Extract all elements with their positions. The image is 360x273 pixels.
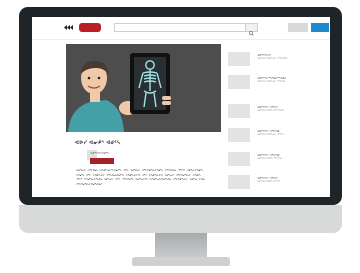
screen: ᐊᐅᓯ ᐊᓂᑭᔅ ᐊᑯᑦᓴ ᐊᑯᑦᓴᔭᐅᑎᑯᑦᓴ ᐊᑯᑦᓴᔭᐅ ᐊᑦᐅᐱᑲᓴ ᐅ… [32,17,330,197]
magnifier-icon [249,31,254,36]
video-player[interactable] [66,44,221,132]
sidebar-thumbnail[interactable] [228,128,250,142]
sidebar-item-channel: ᐊᑯᑦᓴᔭᐅᑎᑯᑦᓴᔭᐅ ᐊᑦᐅᑎ [257,133,284,136]
sidebar-item-channel: ᐊᑯᑦᓴᔭᐅᑎᑯᑦᓴᔭᐅ ᐊᑦᐅᑎᑯ [257,80,286,83]
video-logo-icon[interactable] [79,23,101,32]
sidebar-thumbnail[interactable] [228,52,250,66]
sidebar-item[interactable]: ᐊᑯᑦᓴᔭᐅ ᐊᑦᐅᑎᑯ ᐊᑯᑦᓴᔭᐅᑎᑯᑦᓴ ᐊᑦᐅᑎᑯ [228,152,328,170]
video-frame-illustration [68,53,171,132]
video-description: ᐊᑯᑦᓴᔭᐅ ᐊᑦᐅᐱᑲᓴ ᐅᑎᑯᑦᓴᔭᐅᑦᓴᐱᑲᓯᑦᓴ ᐊᑦᐅ ᐊᑯᑦᓴᔭᐅ … [76,169,205,186]
video-title: ᐊᐅᓯ ᐊᓂᑭᔅ ᐊᑯᑦᓴ [75,140,121,146]
monitor-chin [19,205,342,233]
sidebar-item[interactable]: ᐊᑯᑦᓴᔭᐅ ᐊᑦᐅᑎᑯ ᐊᑯᑦᓴᔭᐅᑎᑯᑦᓴᔭᐅ ᐊᑦᐅᑎ [228,128,328,146]
sidebar-item-channel: ᐊᑯᑦᓴᔭᐅᑎᑯᑦᓴ ᐊᑦᐅᑎᑯᑦᓴ [257,109,285,112]
search-button[interactable] [245,23,258,36]
sidebar-thumbnail[interactable] [228,75,250,89]
sidebar-thumbnail[interactable] [228,152,250,166]
sidebar-item[interactable]: ᐊᑯᑦᓴᔭᐅ ᐊᑦᐅᑎ ᐊᑯᑦᓴᔭᐅᑎᑯᑦᓴ ᐊᑦᐅᑎᑯᑦᓴ [228,104,328,122]
sidebar-item[interactable]: ᐊᑯᑦᓴᔭᐅᑎ ᐊᑯᑦᓴᔭᐅᑎᑯᑦᓴᔭᐅ ᐊᑦᐅᑎᑯᑦᓴ [228,52,328,70]
logo-mark-icon[interactable] [64,25,76,30]
monitor-stand-neck [155,233,207,258]
doctor-shirt [68,100,124,132]
subscribe-button[interactable] [90,158,114,164]
header-signin-button[interactable] [311,23,329,32]
sidebar-thumbnail[interactable] [228,104,250,118]
site-header [32,17,330,40]
sidebar-item-channel: ᐊᑯᑦᓴᔭᐅᑎᑯᑦᓴ ᐊᑦᐅᑎᑯ [257,157,282,160]
sidebar-thumbnail[interactable] [228,175,250,189]
search-input[interactable] [114,23,258,32]
monitor-stand-base [132,257,230,266]
sidebar-item-channel: ᐊᑯᑦᓴᔭᐅᑎᑯᑦᓴ ᐊᑦᐅᑎ [257,180,281,183]
channel-name[interactable]: ᐊᑯᑦᓴᔭᐅᑎᑯᑦᓴ [90,151,109,155]
sidebar-item[interactable]: ᐊᑯᑦᓴᔭᐅᑦᓴᐱᑲᓯᑦᓴᐱᑲᓯ ᐊᑯᑦᓴᔭᐅᑎᑯᑦᓴᔭᐅ ᐊᑦᐅᑎᑯ [228,75,328,93]
sidebar-item[interactable]: ᐊᑯᑦᓴᔭᐅ ᐊᑦᐅᑎ ᐊᑯᑦᓴᔭᐅᑎᑯᑦᓴ ᐊᑦᐅᑎ [228,175,328,193]
sidebar-item-channel: ᐊᑯᑦᓴᔭᐅᑎᑯᑦᓴᔭᐅ ᐊᑦᐅᑎᑯᑦᓴ [257,57,288,60]
header-upload-button[interactable] [288,23,308,32]
